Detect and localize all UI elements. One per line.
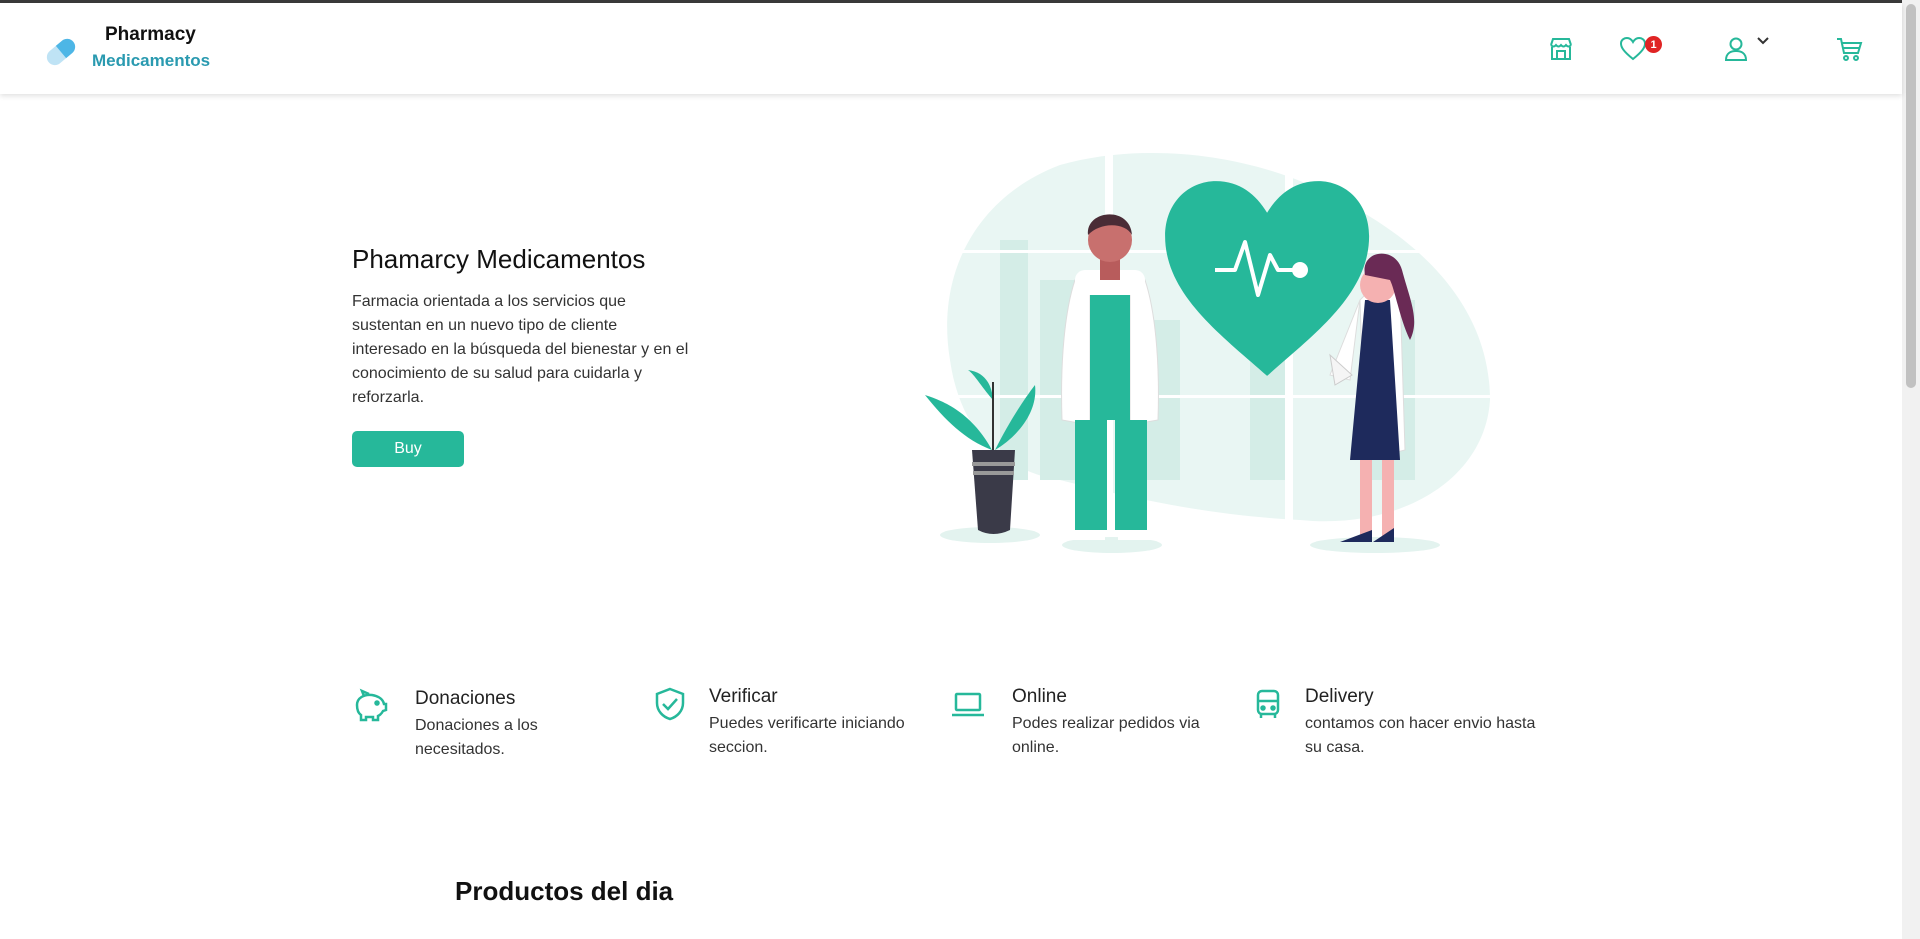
buy-button[interactable]: Buy xyxy=(352,431,464,467)
heart-icon[interactable] xyxy=(1617,33,1649,65)
laptop-icon xyxy=(952,692,984,717)
brand-tagline[interactable]: Medicamentos xyxy=(92,51,210,71)
brand-name[interactable]: Pharmacy xyxy=(105,24,196,46)
site-header: Pharmacy Medicamentos 1 xyxy=(0,3,1902,94)
chevron-down-icon[interactable] xyxy=(1753,31,1773,51)
hero-description: Farmacia orientada a los servicios que s… xyxy=(352,293,689,406)
hero-title: Phamarcy Medicamentos xyxy=(352,244,646,274)
bus-icon xyxy=(1256,689,1280,718)
feature-description: contamos con hacer envio hasta su casa. xyxy=(1305,715,1536,756)
feature-description: Puedes verificarte iniciando seccion. xyxy=(709,715,905,756)
cart-icon[interactable] xyxy=(1833,33,1865,65)
feature-title: Donaciones xyxy=(415,688,516,709)
vertical-scrollbar[interactable] xyxy=(1902,0,1920,939)
shield-check-icon xyxy=(655,687,685,721)
piggy-bank-icon xyxy=(355,688,388,722)
doctors-illustration xyxy=(925,150,1490,553)
scrollbar-thumb[interactable] xyxy=(1906,4,1916,388)
pill-logo-icon[interactable] xyxy=(40,31,82,73)
feature-title: Online xyxy=(1012,686,1067,707)
user-icon[interactable] xyxy=(1720,33,1752,65)
store-icon[interactable] xyxy=(1545,33,1577,65)
feature-title: Delivery xyxy=(1305,686,1374,707)
feature-title: Verificar xyxy=(709,686,778,707)
feature-description: Podes realizar pedidos via online. xyxy=(1012,715,1200,756)
products-section-title: Productos del dia xyxy=(455,876,674,906)
feature-description: Donaciones a los necesitados. xyxy=(415,717,538,758)
favorites-count-badge: 1 xyxy=(1645,36,1662,53)
